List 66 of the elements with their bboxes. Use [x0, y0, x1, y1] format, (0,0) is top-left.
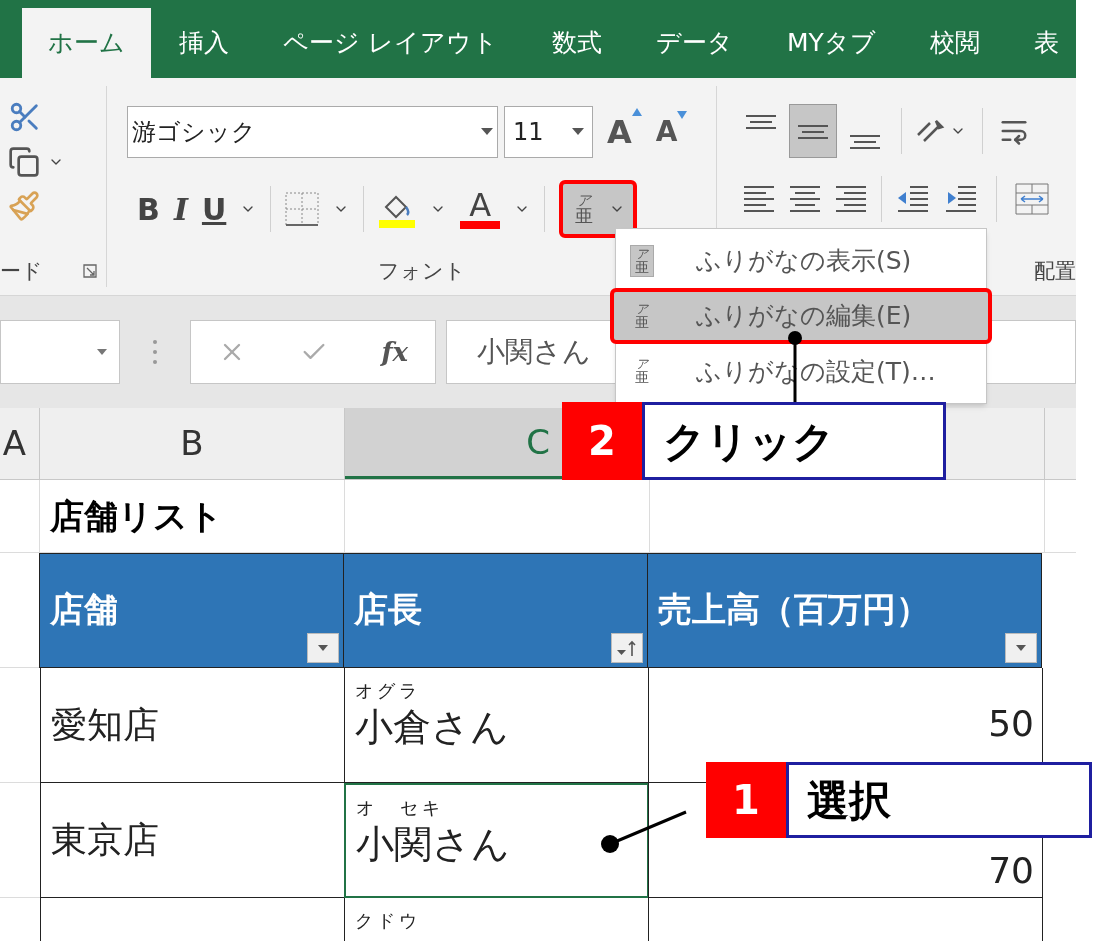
font-color-icon[interactable]: A	[469, 189, 492, 221]
ribbon-tab[interactable]: ページ レイアウト	[257, 8, 524, 78]
drag-handle-icon[interactable]	[152, 339, 158, 365]
phonetic-guide-icon-bottom: 亜	[635, 370, 649, 385]
phonetic-guide-icon-top: ア	[577, 193, 592, 207]
decrease-font-size-button[interactable]: A	[655, 111, 688, 153]
furigana-text: クドウ	[355, 912, 422, 930]
font-size-dropdown[interactable]: 11	[504, 106, 593, 158]
caret-icon	[481, 128, 493, 136]
align-right-icon[interactable]	[835, 183, 867, 215]
phonetic-guide-icon-bottom: 亜	[575, 207, 594, 225]
table-header-cell: 店長	[343, 553, 648, 668]
group-label: フォント	[377, 257, 466, 285]
phonetic-guide-icon-top: ア	[636, 247, 648, 260]
insert-function-button[interactable]: fx	[381, 332, 409, 372]
ribbon-tab[interactable]: 数式	[525, 8, 628, 78]
step-number: 2	[562, 402, 642, 480]
filter-button[interactable]	[1005, 633, 1037, 663]
dialog-launcher-icon[interactable]	[82, 263, 98, 280]
ribbon-tab[interactable]: MYタブ	[760, 8, 902, 78]
filter-button[interactable]	[611, 633, 643, 663]
bold-button[interactable]: B	[137, 186, 160, 232]
copy-icon[interactable]	[8, 146, 40, 178]
increase-indent-icon[interactable]	[944, 183, 978, 215]
menu-item[interactable]: ア 亜 ふりがなの編集(E)	[610, 288, 992, 344]
filter-button[interactable]	[307, 633, 339, 663]
table-header-cell: 店舗	[39, 553, 344, 668]
column-header[interactable]: A	[0, 408, 40, 479]
group-label: ード	[0, 257, 43, 285]
underline-button[interactable]: U	[201, 186, 227, 232]
down-triangle-icon	[677, 111, 688, 119]
phonetic-guide-icon-bottom: 亜	[635, 259, 649, 274]
caret-icon	[318, 645, 328, 651]
ribbon-tab[interactable]: ホーム	[22, 8, 151, 78]
callout-label: クリック	[642, 402, 946, 480]
up-triangle-icon	[631, 108, 642, 116]
decrease-indent-icon[interactable]	[896, 183, 930, 215]
sheet-title: 店舗リスト	[40, 480, 345, 552]
italic-button[interactable]: I	[173, 186, 188, 232]
ribbon-tab[interactable]: データ	[629, 8, 759, 78]
table-cell: オ セキ 小関さん	[344, 783, 649, 898]
align-left-icon[interactable]	[743, 183, 775, 215]
table-header-cell: 売上高（百万円）	[647, 553, 1042, 668]
font-name-dropdown[interactable]: 游ゴシック	[127, 106, 498, 158]
ribbon-tab[interactable]: 表	[1007, 8, 1076, 78]
phonetic-guide-icon-bottom: 亜	[635, 315, 649, 329]
ribbon-tab[interactable]: 校閲	[903, 8, 1006, 78]
table-cell: 東京店	[40, 783, 345, 898]
font-color-bar	[460, 221, 501, 229]
phonetic-guide-icon-top: ア	[636, 358, 648, 371]
phonetic-guide-icon-top: ア	[636, 303, 648, 315]
phonetic-guide-button[interactable]: ア 亜	[559, 180, 638, 238]
borders-icon[interactable]	[285, 192, 320, 226]
group-label: 配置	[1034, 257, 1076, 285]
furigana-text: オグラ	[355, 682, 422, 700]
callout-label: 選択	[786, 762, 1092, 838]
furigana-text: オ セキ	[356, 799, 445, 817]
align-center-icon[interactable]	[789, 183, 821, 215]
merge-center-icon[interactable]	[1015, 183, 1049, 215]
ribbon-tab[interactable]: 挿入	[153, 8, 255, 78]
table-cell: 愛知店	[40, 668, 345, 783]
increase-font-size-button[interactable]: A	[607, 108, 642, 156]
step-number: 1	[706, 762, 786, 838]
column-header[interactable]: C	[345, 408, 552, 479]
caret-icon	[572, 128, 584, 136]
caret-icon	[1016, 645, 1026, 651]
